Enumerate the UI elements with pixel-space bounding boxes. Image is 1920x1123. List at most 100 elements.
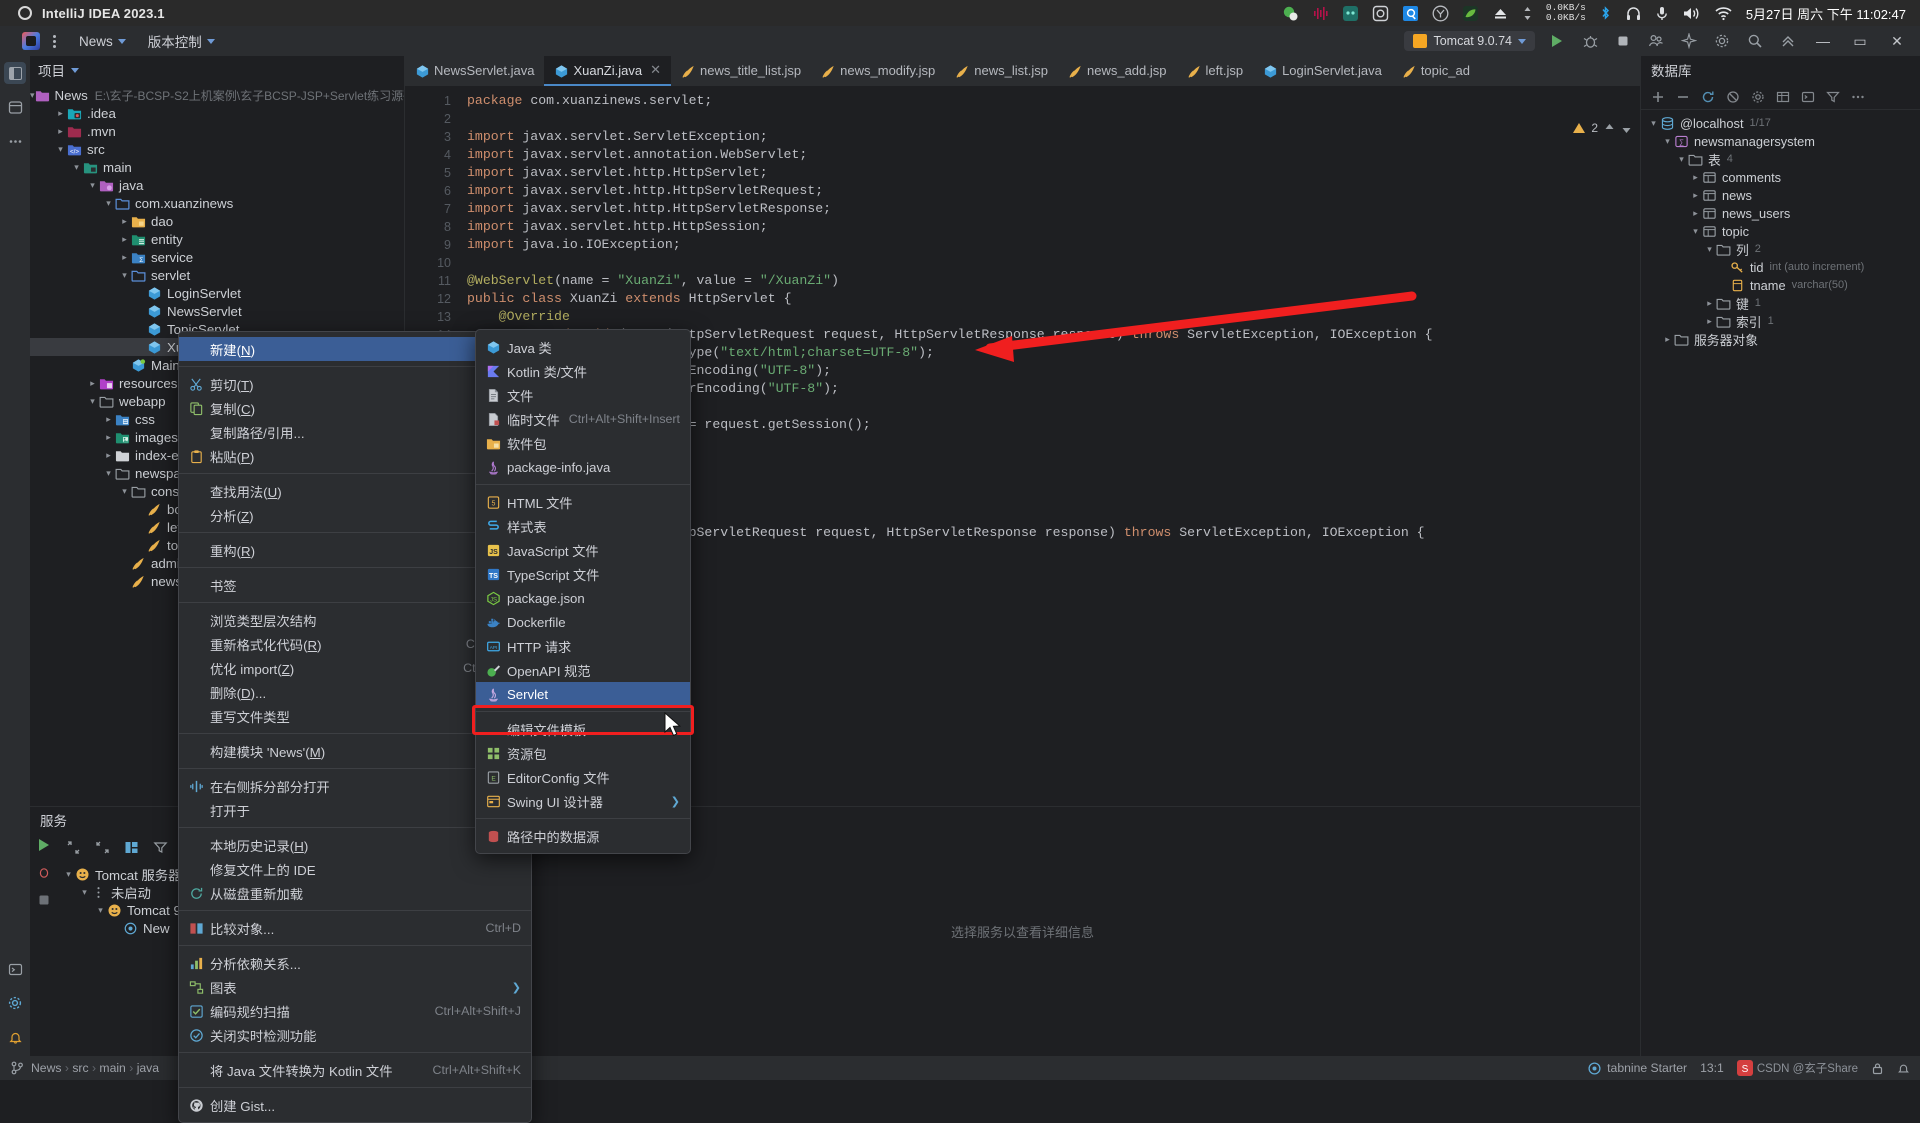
vcs-selector[interactable]: 版本控制	[139, 28, 224, 54]
new-file-submenu[interactable]: Java 类 Kotlin 类/文件 文件 临时文件 Ctrl+Alt+Shift+In…	[475, 329, 691, 854]
bluetooth-icon[interactable]	[1599, 5, 1612, 22]
chevron-down-icon[interactable]: ▾	[86, 396, 99, 407]
ai-assistant-button[interactable]	[1678, 30, 1700, 52]
services-side-toolbar[interactable]	[30, 833, 58, 1056]
chevron-down-icon[interactable]: ▾	[94, 905, 107, 916]
breadcrumb-item[interactable]: News	[31, 1061, 61, 1075]
close-tab-icon[interactable]: ✕	[650, 62, 661, 78]
music-icon[interactable]	[1312, 5, 1329, 22]
breadcrumb-item[interactable]: java	[137, 1061, 159, 1075]
notifications-tool-button[interactable]	[4, 1026, 26, 1048]
remove-datasource-icon[interactable]	[1676, 90, 1690, 104]
context-menu-item[interactable]: 图表 ❯	[179, 975, 531, 999]
new-file-menu-item[interactable]: JS JavaScript 文件	[476, 538, 690, 562]
chevron-down-icon[interactable]: ▾	[1703, 244, 1716, 255]
chevron-down-icon[interactable]: ▾	[102, 468, 115, 479]
editor-tab-strip[interactable]: NewsServlet.java XuanZi.java ✕ news_title_l…	[405, 56, 1640, 86]
context-menu-item[interactable]: 从磁盘重新加载	[179, 881, 531, 905]
editor-tab[interactable]: news_modify.jsp	[811, 56, 945, 86]
run-button[interactable]	[1546, 30, 1568, 52]
db-settings-icon[interactable]	[1751, 90, 1765, 104]
close-button[interactable]: ✕	[1884, 30, 1910, 52]
chevron-right-icon[interactable]: ▸	[86, 378, 99, 389]
database-tree-node[interactable]: ▾ ∑ newsmanagersystem	[1641, 132, 1920, 150]
context-menu-item[interactable]: 分析依赖关系...	[179, 951, 531, 975]
project-tree-node[interactable]: ▾ News E:\玄子-BCSP-S2上机案例\玄子BCSP-JSP+Servle…	[30, 86, 404, 104]
run-configuration-selector[interactable]: Tomcat 9.0.74	[1404, 31, 1535, 51]
chevron-down-icon[interactable]: ▾	[86, 180, 99, 191]
commit-tool-button[interactable]	[4, 96, 26, 118]
refresh-icon[interactable]	[1701, 90, 1715, 104]
notification-bell-icon[interactable]	[1897, 1062, 1910, 1075]
editor-tab[interactable]: topic_ad	[1392, 56, 1480, 86]
os-datetime[interactable]: 5月27日 周六 下午 11:02:47	[1746, 4, 1906, 23]
lock-icon[interactable]	[1871, 1062, 1884, 1075]
chevron-right-icon[interactable]: ▸	[1703, 316, 1716, 327]
tabnine-status[interactable]: tabnine Starter	[1588, 1061, 1687, 1075]
project-tree-node[interactable]: ▾ main	[30, 158, 404, 176]
chevron-down-icon[interactable]: ▾	[1661, 136, 1674, 147]
chevron-right-icon[interactable]: ▸	[102, 432, 115, 443]
collapse-all-icon[interactable]	[95, 840, 110, 855]
services-debug-icon[interactable]	[37, 865, 51, 879]
chevron-right-icon[interactable]: ▸	[54, 108, 67, 119]
project-tree-node[interactable]: LoginServlet	[30, 284, 404, 302]
new-file-menu-item[interactable]: 编辑文件模板...	[476, 717, 690, 741]
new-file-menu-item[interactable]: TS TypeScript 文件	[476, 562, 690, 586]
context-menu-item[interactable]: 创建 Gist...	[179, 1093, 531, 1117]
database-tree-node[interactable]: ▾ 列 2	[1641, 240, 1920, 258]
chevron-right-icon[interactable]: ▸	[118, 234, 131, 245]
context-menu-item[interactable]: 关闭实时检测功能	[179, 1023, 531, 1047]
new-file-menu-item[interactable]: Dockerfile	[476, 610, 690, 634]
table-grid-icon[interactable]	[1776, 90, 1790, 104]
project-tree-node[interactable]: ▾ java	[30, 176, 404, 194]
database-tree-node[interactable]: ▸ news	[1641, 186, 1920, 204]
database-tree-node[interactable]: ▸ 服务器对象	[1641, 330, 1920, 348]
settings-button[interactable]	[1711, 30, 1733, 52]
project-tree-node[interactable]: ▸ Σservice	[30, 248, 404, 266]
project-tree-node[interactable]: ▸ .idea	[30, 104, 404, 122]
new-file-menu-item[interactable]: 软件包	[476, 431, 690, 455]
new-file-menu-item[interactable]: OpenAPI 规范	[476, 658, 690, 682]
filter-icon[interactable]	[1826, 90, 1840, 104]
new-file-menu-item[interactable]: API HTTP 请求	[476, 634, 690, 658]
eject-icon[interactable]	[1492, 6, 1509, 21]
caret-position[interactable]: 13:1	[1700, 1061, 1724, 1075]
chevron-right-icon[interactable]: ▸	[1689, 190, 1702, 201]
volume-icon[interactable]	[1682, 5, 1701, 22]
database-tree-node[interactable]: tname varchar(50)	[1641, 276, 1920, 294]
wifi-icon[interactable]	[1714, 5, 1733, 22]
services-stop-icon[interactable]	[37, 893, 51, 907]
chevron-right-icon[interactable]: ▸	[1689, 172, 1702, 183]
editor-tab[interactable]: left.jsp	[1177, 56, 1254, 86]
chevron-right-icon[interactable]: ▸	[1661, 334, 1674, 345]
breadcrumb-item[interactable]: src	[72, 1061, 88, 1075]
code-with-me-button[interactable]	[1645, 30, 1667, 52]
inspection-widget[interactable]: 2	[1562, 116, 1640, 140]
context-menu-item[interactable]: 比较对象... Ctrl+D	[179, 916, 531, 940]
project-tree-node[interactable]: ▾ servlet	[30, 266, 404, 284]
editor-tab[interactable]: news_list.jsp	[945, 56, 1058, 86]
editor-tab[interactable]: LoginServlet.java	[1253, 56, 1392, 86]
new-file-menu-item[interactable]: Servlet	[476, 682, 690, 706]
chevron-right-icon[interactable]: ▸	[1703, 298, 1716, 309]
database-tree-node[interactable]: ▸ comments	[1641, 168, 1920, 186]
editor-tab[interactable]: XuanZi.java ✕	[544, 56, 671, 86]
project-selector[interactable]: News	[70, 31, 135, 52]
database-tree-node[interactable]: tid int (auto increment)	[1641, 258, 1920, 276]
layout-icon[interactable]	[124, 840, 139, 855]
main-menu-button[interactable]	[44, 30, 66, 52]
updates-button[interactable]	[1777, 30, 1799, 52]
chevron-down-icon[interactable]: ▾	[1689, 226, 1702, 237]
new-file-menu-item[interactable]: Java 类	[476, 335, 690, 359]
database-tree-node[interactable]: ▾ @localhost 1/17	[1641, 114, 1920, 132]
chevron-down-icon[interactable]	[71, 67, 79, 73]
new-file-menu-item[interactable]: 临时文件 Ctrl+Alt+Shift+Insert	[476, 407, 690, 431]
breadcrumb-item[interactable]: main	[99, 1061, 125, 1075]
project-tool-button[interactable]	[4, 62, 26, 84]
chevron-down-icon[interactable]: ▾	[102, 198, 115, 209]
y-icon[interactable]	[1432, 5, 1449, 22]
microphone-icon[interactable]	[1655, 5, 1669, 22]
minimize-button[interactable]: —	[1810, 30, 1836, 52]
chevron-down-icon[interactable]: ▾	[118, 486, 131, 497]
